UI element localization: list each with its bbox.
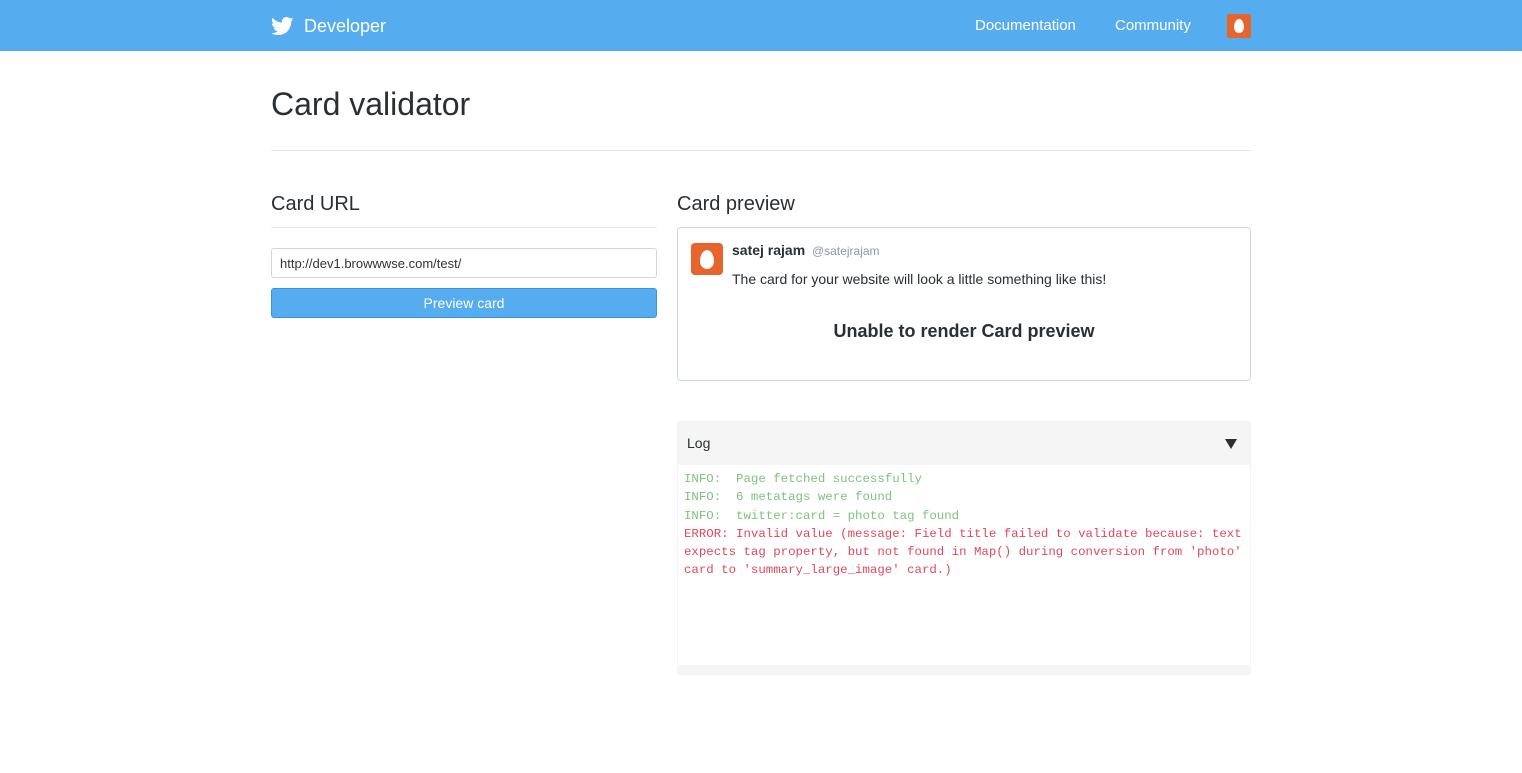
brand-link[interactable]: Developer — [271, 13, 386, 39]
user-avatar-menu[interactable] — [1227, 14, 1251, 38]
log-title: Log — [687, 435, 711, 451]
caret-down-icon[interactable] — [1225, 439, 1237, 449]
card-url-divider — [271, 227, 657, 228]
egg-avatar-icon — [700, 250, 714, 269]
brand-label: Developer — [304, 16, 387, 36]
tweet-author-name: satej rajam — [732, 242, 806, 258]
card-preview-panel: satej rajam @satejrajam The card for you… — [677, 227, 1251, 381]
log-line: INFO: 6 metatags were found — [684, 490, 893, 505]
preview-card-button[interactable]: Preview card — [271, 288, 657, 318]
log-output: INFO: Page fetched successfully INFO: 6 … — [678, 465, 1250, 665]
nav-documentation-link[interactable]: Documentation — [975, 16, 1076, 36]
log-line: INFO: twitter:card = photo tag found — [684, 508, 960, 523]
egg-avatar-icon — [1234, 19, 1244, 33]
twitter-bird-icon — [271, 16, 294, 36]
card-preview-heading: Card preview — [677, 193, 795, 215]
tweet-text: The card for your website will look a li… — [732, 271, 1107, 287]
log-toggle-header[interactable]: Log — [677, 421, 1251, 465]
tweet-author-handle: @satejrajam — [812, 244, 880, 258]
page-title: Card validator — [271, 86, 471, 122]
log-panel: Log INFO: Page fetched successfully INFO… — [677, 421, 1251, 675]
log-line-error: ERROR: Invalid value (message: Field tit… — [684, 526, 1250, 578]
log-line: INFO: Page fetched successfully — [684, 472, 922, 486]
top-navigation-bar: Developer Documentation Community — [0, 0, 1522, 51]
card-url-heading: Card URL — [271, 193, 360, 215]
preview-status-message: Unable to render Card preview — [833, 321, 1095, 341]
tweet-avatar — [691, 243, 723, 275]
card-url-input[interactable] — [271, 248, 657, 278]
nav-community-link[interactable]: Community — [1115, 16, 1191, 36]
title-divider — [271, 150, 1251, 151]
